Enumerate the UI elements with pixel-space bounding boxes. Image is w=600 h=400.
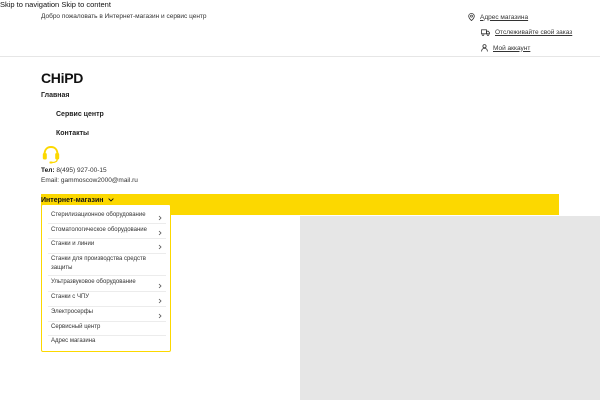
menu-separator [48, 275, 166, 276]
phone-line: Тел: 8(495) 927-00-15 [41, 167, 107, 174]
menu-item-dental[interactable]: Стоматологическое оборудование [51, 226, 165, 235]
menu-item-electrosurfs[interactable]: Электросерфы [51, 308, 165, 317]
chevron-right-icon [158, 283, 162, 289]
skip-to-content-link[interactable]: Skip to content [61, 0, 111, 9]
menu-separator [48, 223, 166, 224]
menu-separator [48, 335, 166, 336]
chevron-right-icon [158, 298, 162, 304]
site-logo[interactable]: CHiPD [41, 70, 83, 86]
skip-links: Skip to navigation Skip to content [0, 0, 111, 9]
chevron-right-icon [158, 230, 162, 236]
skip-to-navigation-link[interactable]: Skip to navigation [0, 0, 59, 9]
welcome-text: Добро пожаловать в Интернет-магазин и се… [41, 13, 207, 20]
shop-dropdown-menu: Стерилизационное оборудование Стоматолог… [41, 204, 171, 352]
store-address-label: Адрес магазина [480, 13, 529, 21]
my-account-link[interactable]: Мой аккаунт [481, 44, 530, 52]
menu-separator [48, 238, 166, 239]
truck-icon [481, 29, 490, 36]
phone-label: Тел: [41, 167, 55, 174]
menu-separator [48, 253, 166, 254]
menu-item-sterilization[interactable]: Стерилизационное оборудование [51, 211, 165, 220]
content-placeholder [300, 216, 600, 400]
store-address-link[interactable]: Адрес магазина [468, 13, 528, 21]
menu-item-protective-equipment[interactable]: Станки для производства средств защиты [51, 255, 165, 273]
email-line: Email: gammoscow2000@mail.ru [41, 177, 138, 184]
nav-contacts[interactable]: Контакты [56, 130, 89, 137]
nav-home[interactable]: Главная [41, 92, 69, 99]
chevron-right-icon [158, 215, 162, 221]
menu-separator [48, 291, 166, 292]
menu-item-ultrasonic[interactable]: Ультразвуковое оборудование [51, 278, 165, 287]
headset-icon [42, 145, 60, 164]
menu-separator [48, 306, 166, 307]
user-icon [481, 44, 488, 52]
my-account-label: Мой аккаунт [493, 44, 531, 52]
shop-menu-label: Интернет-магазин [41, 196, 104, 204]
menu-item-cnc[interactable]: Станки с ЧПУ [51, 293, 165, 302]
header-divider [0, 56, 600, 57]
track-order-label: Отслеживайте свой заказ [495, 29, 573, 36]
menu-item-store-address[interactable]: Адрес магазина [51, 337, 165, 346]
nav-service-center[interactable]: Сервис центр [56, 111, 104, 118]
chevron-down-icon [107, 198, 114, 202]
menu-item-service-center[interactable]: Сервисный центр [51, 323, 165, 332]
phone-number: 8(495) 927-00-15 [56, 167, 107, 174]
map-pin-icon [468, 13, 475, 21]
menu-item-machines-lines[interactable]: Станки и линии [51, 240, 165, 249]
menu-separator [48, 321, 166, 322]
chevron-right-icon [158, 313, 162, 319]
track-order-link[interactable]: Отслеживайте свой заказ [481, 29, 572, 36]
chevron-right-icon [158, 244, 162, 250]
